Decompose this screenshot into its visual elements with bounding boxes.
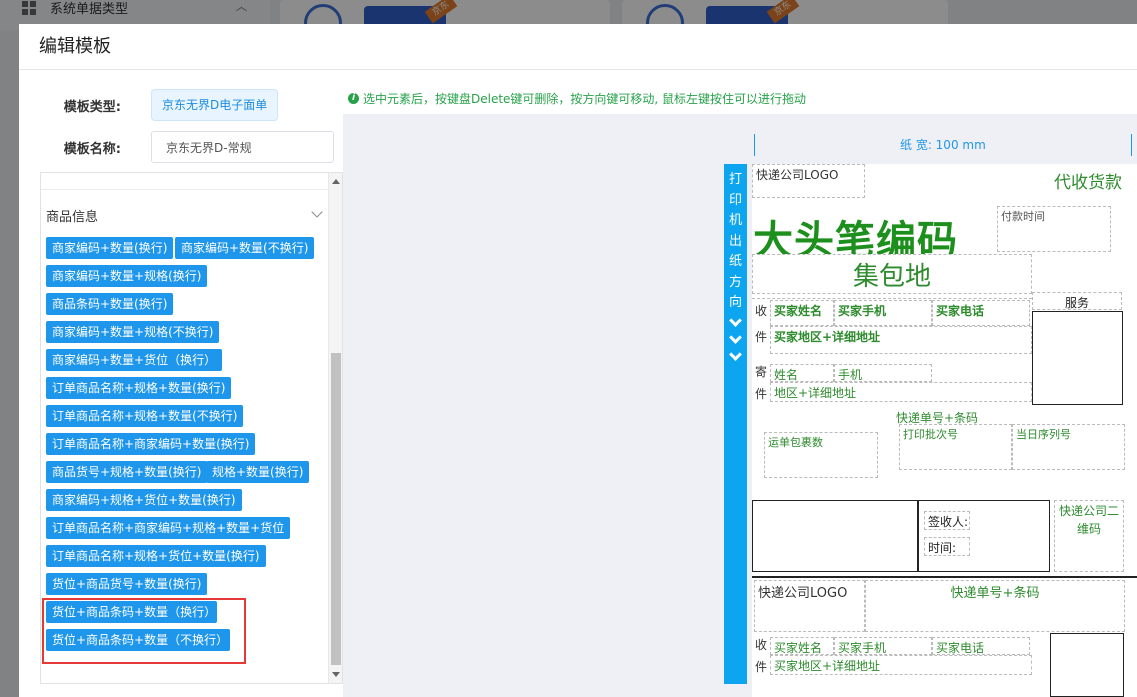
field-hub[interactable]: 集包地 [752,254,1032,294]
print-direction-text: 打印机出纸方向 [728,172,742,310]
field-buyer-address-2[interactable]: 买家地区+详细地址 [770,655,1032,675]
field-chip[interactable]: 商家编码+规格+货位+数量(换行) [46,489,242,511]
template-type-badge: 京东无界D电子面单 [151,89,279,121]
field-buyer-name-2[interactable]: 买家姓名 [770,637,834,655]
section-divider [752,576,1137,578]
field-cod-amount[interactable]: 代收货款 [1050,166,1137,194]
field-chip[interactable]: 商家编码+数量+规格(换行) [46,265,208,287]
qrcode-box-2 [1050,633,1124,697]
field-service[interactable]: 服务 [1032,292,1122,310]
recipient-label-2: 件 [754,330,767,344]
section-header-product-info[interactable]: 商品信息 [46,206,323,225]
recipient-label-2: 件 [754,660,767,674]
recipient-label-1: 收 [754,304,767,318]
field-chip[interactable]: 商家编码+数量+货位（换行） [46,349,223,371]
field-chip[interactable]: 商家编码+数量(换行) [46,237,174,259]
chevron-down-icon [729,313,742,327]
field-buyer-phone-2[interactable]: 买家电话 [932,637,1030,655]
field-chip[interactable]: 订单商品名称+商家编码+数量(换行) [46,433,256,455]
field-buyer-address[interactable]: 买家地区+详细地址 [770,326,1032,354]
chevron-down-icon [729,330,742,344]
field-buyer-mobile-2[interactable]: 买家手机 [834,637,932,655]
field-buyer-mobile[interactable]: 买家手机 [834,300,932,326]
divider [752,298,1032,299]
paper-width-ruler: 纸 宽: 100 mm [754,134,1132,156]
template-type-row: 模板类型: 京东无界D电子面单 [19,89,279,121]
field-chip[interactable]: 订单商品名称+规格+数量(不换行) [46,405,244,427]
field-chip[interactable]: 货位+商品货号+数量(换行) [46,573,208,595]
field-chip[interactable]: 订单商品名称+商家编码+规格+数量+货位 [46,517,291,539]
template-type-label: 模板类型: [63,99,121,115]
template-name-row: 模板名称: [19,131,334,163]
field-chip[interactable]: 商家编码+数量+规格(不换行) [46,321,220,343]
field-sender-mobile[interactable]: 手机 [834,364,932,382]
dialog-title: 编辑模板 [19,24,1137,70]
field-tracking-barcode[interactable]: 快递单号+条码 [892,407,1012,425]
scroll-down-arrow-icon[interactable] [332,672,340,677]
label-paper: 快递公司LOGO 代收货款 大头笔编码 付款时间 集包地 收 件 买家姓名 买家… [752,164,1137,697]
chevron-down-icon [729,347,742,361]
field-big-pen-code[interactable]: 大头笔编码 [752,207,992,255]
divider [41,189,329,190]
edit-template-dialog: 编辑模板 模板类型: 京东无界D电子面单 模板名称: 商品信息 商家编码+数量(… [19,24,1137,697]
info-icon: i [348,93,359,104]
field-palette-panel: 商品信息 商家编码+数量(换行) 商家编码+数量(不换行) 商家编码+数量+规格… [40,172,343,684]
field-chip[interactable]: 商品条码+数量(换行) [46,293,174,315]
field-sender-name[interactable]: 姓名 [770,364,834,382]
field-package-count[interactable]: 运单包裹数 [764,432,878,478]
field-sender-address[interactable]: 地区+详细地址 [770,382,1032,402]
barcode-box [752,500,918,572]
field-print-batch[interactable]: 打印批次号 [899,424,1012,470]
field-courier-logo-2[interactable]: 快递公司LOGO [754,580,865,632]
paper-width-text: 纸 宽: 100 mm [900,138,986,152]
field-courier-qrcode[interactable]: 快递公司二维码 [1054,500,1124,572]
field-signer[interactable]: 签收人: [924,511,970,530]
service-box [1032,311,1123,405]
field-sign-time[interactable]: 时间: [924,537,970,556]
field-pay-time[interactable]: 付款时间 [997,206,1111,252]
field-chip[interactable]: 商品货号+规格+数量(换行) [46,461,208,483]
field-buyer-name[interactable]: 买家姓名 [770,300,834,326]
hint-text: 选中元素后，按键盘Delete键可删除，按方向键可移动, 鼠标左键按住可以进行拖… [363,92,807,106]
scrollbar-thumb[interactable] [331,353,341,665]
field-courier-logo[interactable]: 快递公司LOGO [752,164,865,198]
field-chip[interactable]: 商家编码+数量(不换行) [175,237,315,259]
sender-label-2: 件 [754,387,767,401]
template-name-label: 模板名称: [63,141,121,157]
template-canvas: 纸 宽: 100 mm 打印机出纸方向 快递公司LOGO 代收货款 大头笔编码 … [343,114,1137,697]
field-chip[interactable]: 订单商品名称+规格+数量(换行) [46,377,232,399]
section-title: 商品信息 [46,210,99,225]
template-name-input[interactable] [151,131,334,163]
field-tracking-barcode-2[interactable]: 快递单号+条码 [865,580,1125,632]
field-chip[interactable]: 订单商品名称+规格+货位+数量(换行) [46,545,266,567]
scrollbar[interactable] [328,173,342,683]
field-chip[interactable]: 规格+数量(换行) [206,461,310,483]
editor-hint: i 选中元素后，按键盘Delete键可删除，按方向键可移动, 鼠标左键按住可以进… [348,90,806,107]
highlight-box [42,598,246,664]
field-buyer-phone[interactable]: 买家电话 [932,300,1030,326]
chevron-down-icon [311,206,323,218]
scroll-up-arrow-icon[interactable] [332,179,340,184]
field-daily-sequence[interactable]: 当日序列号 [1012,424,1125,470]
print-direction-bar: 打印机出纸方向 [724,164,747,684]
